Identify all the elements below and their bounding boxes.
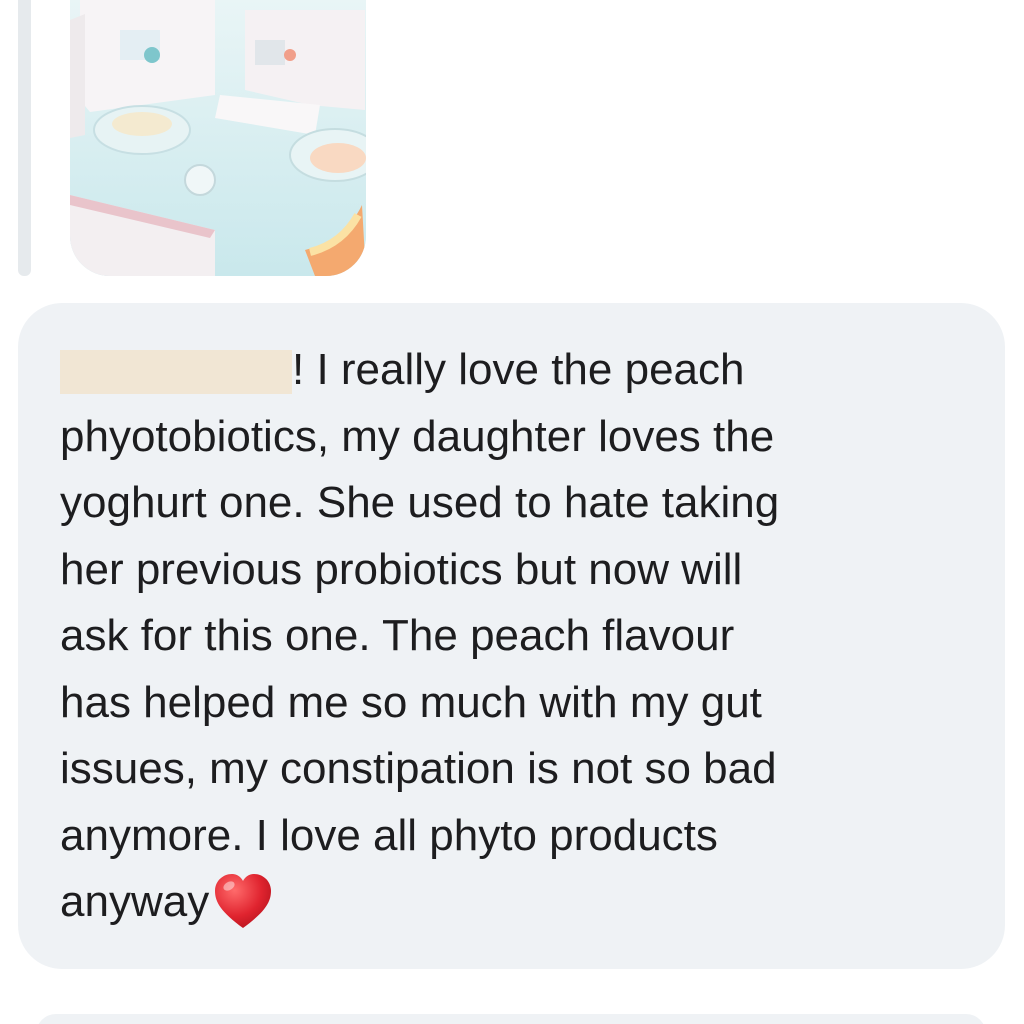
- message-line: ask for this one. The peach flavour: [60, 611, 735, 660]
- redacted-name: [60, 350, 292, 394]
- reply-quote-bar: [18, 0, 31, 276]
- message-line: phyotobiotics, my daughter loves the: [60, 411, 775, 461]
- chat-screen: ! I really love the peach phyotobiotics,…: [0, 0, 1024, 1024]
- quoted-product-image[interactable]: [70, 0, 366, 276]
- message-line: has helped me so much with my gut: [60, 677, 762, 727]
- product-photo: [70, 0, 366, 276]
- message-text: ! I really love the peach phyotobiotics,…: [60, 337, 990, 936]
- message-line: issues, my constipation is not so bad: [60, 744, 777, 793]
- heart-icon: [215, 874, 272, 928]
- message-line: her previous probiotics but now will: [60, 544, 743, 594]
- message-line: ! I really love the peach: [60, 337, 990, 404]
- next-message-bubble[interactable]: [36, 1014, 986, 1024]
- message-line: yoghurt one. She used to hate taking: [60, 478, 780, 527]
- message-line: anyway: [60, 869, 990, 936]
- message-line: anymore. I love all phyto products: [60, 810, 718, 860]
